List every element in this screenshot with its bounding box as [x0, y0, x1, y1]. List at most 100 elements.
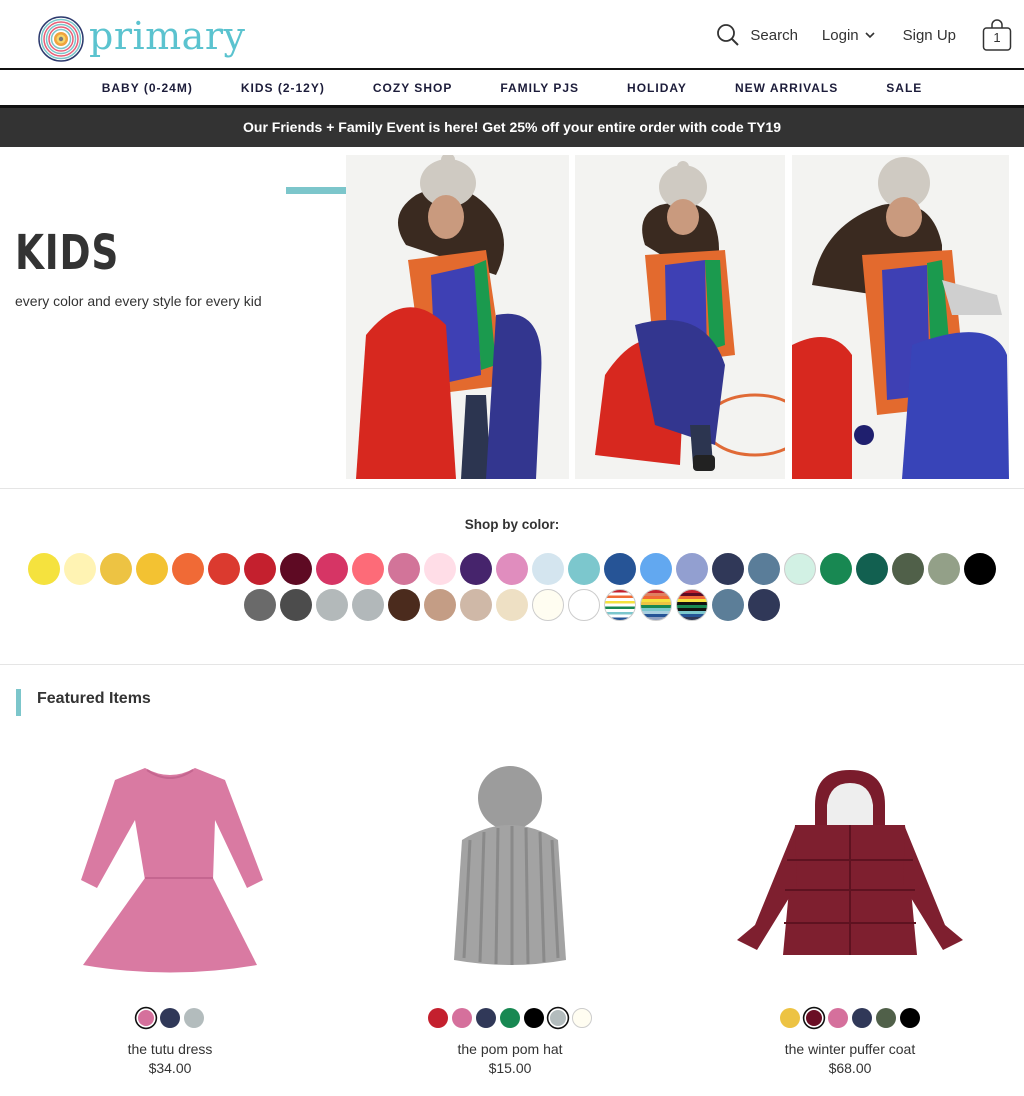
color-swatch[interactable] [568, 553, 600, 585]
hero-photo-3[interactable] [792, 155, 1009, 479]
color-swatch[interactable] [388, 553, 420, 585]
color-swatch[interactable] [388, 589, 420, 621]
selected-color-swatch[interactable] [806, 1010, 822, 1026]
color-swatch[interactable] [532, 589, 564, 621]
product-card[interactable]: the pom pom hat $15.00 [340, 750, 680, 1076]
nav-new-arrivals[interactable]: NEW ARRIVALS [735, 72, 838, 106]
color-swatch[interactable] [928, 553, 960, 585]
color-swatch[interactable] [172, 553, 204, 585]
color-swatch[interactable] [496, 553, 528, 585]
color-swatch[interactable] [496, 589, 528, 621]
header-actions: Search Login Sign Up 1 [716, 18, 1012, 52]
tutu-dress-image [81, 768, 263, 973]
kid-with-jackets-image [346, 155, 569, 479]
search-button[interactable]: Search [716, 23, 798, 47]
color-swatch[interactable] [820, 553, 852, 585]
product-card[interactable]: the winter puffer coat $68.00 [680, 750, 1020, 1076]
color-swatch[interactable] [244, 589, 276, 621]
promo-banner[interactable]: Our Friends + Family Event is here! Get … [0, 105, 1024, 147]
brand-name: primary [89, 14, 246, 58]
color-swatch[interactable] [640, 589, 672, 621]
nav-holiday[interactable]: HOLIDAY [627, 72, 687, 106]
hero-photo-2[interactable] [575, 155, 785, 479]
product-color-swatch[interactable] [476, 1008, 496, 1028]
color-swatch[interactable] [856, 553, 888, 585]
color-swatch[interactable] [100, 553, 132, 585]
product-color-swatch[interactable] [524, 1008, 544, 1028]
login-dropdown[interactable]: Login [822, 27, 875, 44]
pom-pom-hat-image [454, 766, 566, 965]
color-swatch[interactable] [64, 553, 96, 585]
product-price: $68.00 [828, 1060, 872, 1076]
color-swatch[interactable] [640, 553, 672, 585]
color-swatch[interactable] [352, 553, 384, 585]
color-swatch[interactable] [604, 589, 636, 621]
product-color-swatch[interactable] [852, 1008, 872, 1028]
brand-logo[interactable]: primary [38, 16, 245, 62]
color-swatch[interactable] [460, 589, 492, 621]
color-swatch[interactable] [352, 589, 384, 621]
site-header: primary Search Login Sign Up 1 [0, 0, 1024, 70]
kid-with-jackets-image [575, 155, 785, 479]
nav-sale[interactable]: SALE [886, 72, 922, 106]
product-color-swatch[interactable] [900, 1008, 920, 1028]
color-swatch[interactable] [316, 553, 348, 585]
color-swatch[interactable] [316, 589, 348, 621]
color-swatch[interactable] [676, 553, 708, 585]
product-color-options [680, 1008, 1020, 1028]
color-swatch[interactable] [28, 553, 60, 585]
color-swatch[interactable] [712, 589, 744, 621]
color-swatch[interactable] [244, 553, 276, 585]
product-name[interactable]: the pom pom hat [340, 1041, 680, 1057]
product-color-swatch[interactable] [452, 1008, 472, 1028]
color-swatch[interactable] [964, 553, 996, 585]
cart-button[interactable]: 1 [982, 18, 1012, 52]
color-swatch[interactable] [424, 589, 456, 621]
shop-by-color-section: Shop by color: [0, 490, 1024, 665]
product-color-swatch[interactable] [828, 1008, 848, 1028]
color-swatch[interactable] [280, 589, 312, 621]
color-swatch[interactable] [136, 553, 168, 585]
product-color-swatch[interactable] [160, 1008, 180, 1028]
nav-kids[interactable]: KIDS (2-12Y) [241, 72, 325, 106]
product-card[interactable]: the tutu dress $34.00 [0, 750, 340, 1076]
color-swatch[interactable] [280, 553, 312, 585]
color-swatch[interactable] [460, 553, 492, 585]
featured-items-heading: Featured Items [16, 689, 151, 716]
hero-section: KIDS every color and every style for eve… [0, 147, 1024, 489]
color-swatch[interactable] [748, 589, 780, 621]
product-color-swatch[interactable] [500, 1008, 520, 1028]
logo-rings-icon [38, 16, 84, 62]
color-swatch[interactable] [784, 553, 816, 585]
color-swatch[interactable] [748, 553, 780, 585]
selected-color-swatch[interactable] [138, 1010, 154, 1026]
product-color-swatch[interactable] [780, 1008, 800, 1028]
product-image[interactable] [0, 750, 340, 990]
main-nav: BABY (0-24M) KIDS (2-12Y) COZY SHOP FAMI… [0, 72, 1024, 106]
color-swatch[interactable] [676, 589, 708, 621]
color-swatch[interactable] [208, 553, 240, 585]
hero-photo-1[interactable] [346, 155, 569, 479]
kid-with-jackets-image [792, 155, 1009, 479]
nav-cozy-shop[interactable]: COZY SHOP [373, 72, 452, 106]
selected-color-swatch[interactable] [550, 1010, 566, 1026]
color-swatch[interactable] [892, 553, 924, 585]
signup-link[interactable]: Sign Up [903, 27, 956, 44]
product-color-swatch[interactable] [184, 1008, 204, 1028]
shop-by-color-title: Shop by color: [464, 517, 560, 532]
product-color-swatch[interactable] [572, 1008, 592, 1028]
product-name[interactable]: the winter puffer coat [680, 1041, 1020, 1057]
color-swatch[interactable] [712, 553, 744, 585]
color-swatch[interactable] [568, 589, 600, 621]
nav-baby[interactable]: BABY (0-24M) [102, 72, 193, 106]
product-color-swatch[interactable] [876, 1008, 896, 1028]
color-swatch[interactable] [424, 553, 456, 585]
product-name[interactable]: the tutu dress [0, 1041, 340, 1057]
color-swatch[interactable] [532, 553, 564, 585]
product-image[interactable] [680, 750, 1020, 990]
product-color-swatch[interactable] [428, 1008, 448, 1028]
color-swatch[interactable] [604, 553, 636, 585]
search-label: Search [750, 26, 798, 44]
product-image[interactable] [340, 750, 680, 990]
nav-family-pjs[interactable]: FAMILY PJS [500, 72, 579, 106]
